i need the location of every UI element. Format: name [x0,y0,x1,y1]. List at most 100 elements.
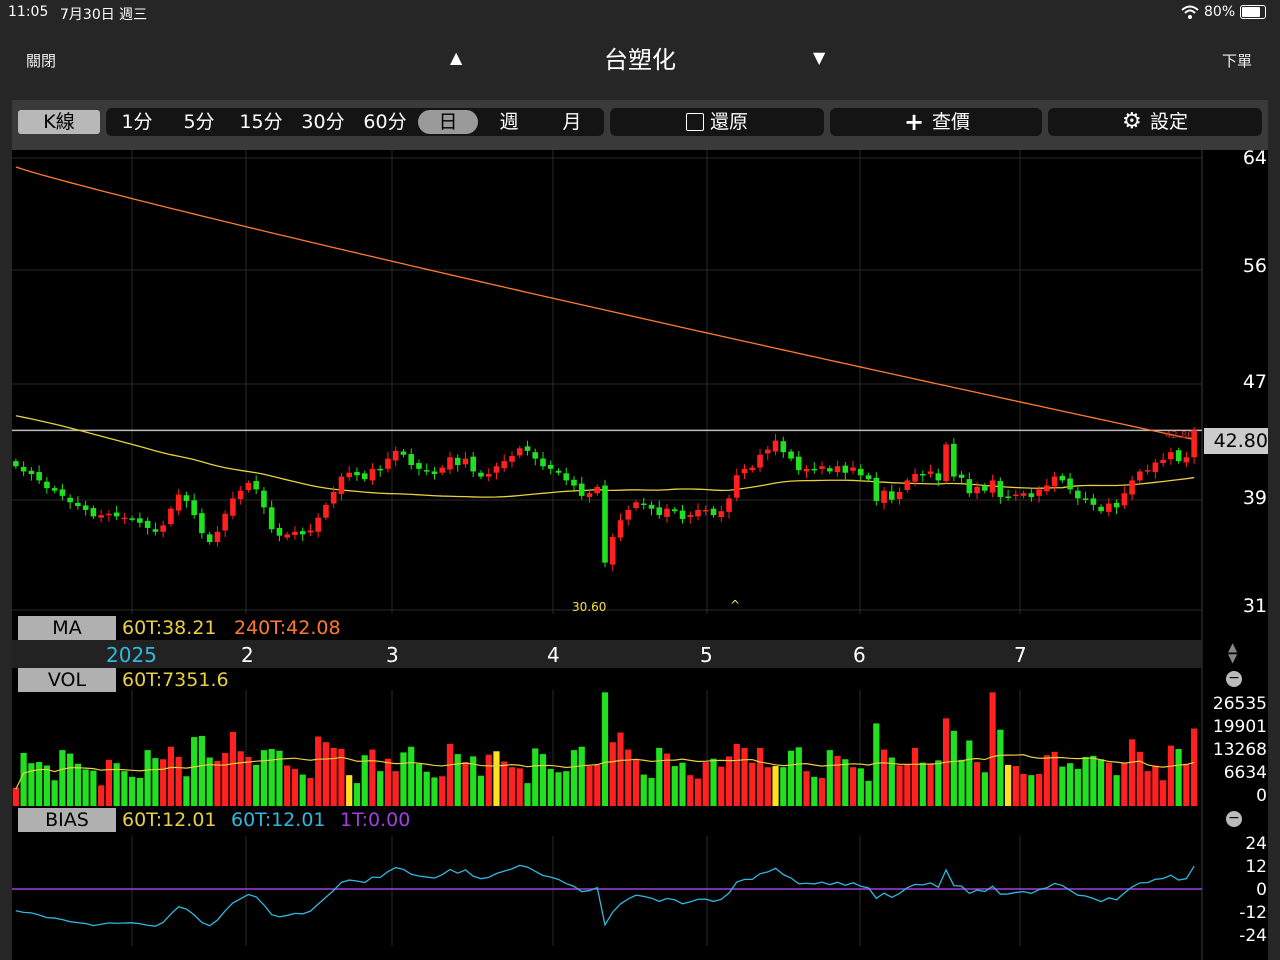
collapse-vol-icon[interactable]: − [1226,671,1242,687]
period-5min[interactable]: 5分 [174,108,224,136]
candle-body [361,473,368,480]
stock-chart[interactable] [12,150,1268,960]
ma60-value: 60T:38.21 [122,617,217,639]
period-month[interactable]: 月 [547,108,597,136]
close-button[interactable]: 關閉 [26,50,56,71]
volume-bar [105,759,112,806]
vol-label[interactable]: VOL [18,668,116,692]
volume-bar [384,758,392,806]
volume-bar [966,740,973,806]
volume-bar [121,771,128,806]
volume-bar [1121,762,1128,806]
volume-bar [377,771,384,806]
candle-body [1106,503,1112,512]
ma-label[interactable]: MA [18,616,116,640]
collapse-bias-icon[interactable]: − [1226,811,1242,827]
candle-body [1028,493,1035,498]
volume-bar [749,762,756,806]
candle-body [858,468,864,476]
candle-body [330,491,337,504]
volume-bar [245,756,252,806]
volume-bar [935,760,942,806]
candle-body [757,454,763,468]
candle-body [710,508,717,516]
volume-bar [896,765,903,806]
candle-body [966,479,973,494]
volume-bar [648,777,655,806]
volume-bar [764,767,771,806]
candle-body [493,466,500,473]
candle-body [338,476,345,494]
candle-body [1044,485,1050,492]
chart-area[interactable]: 64 56 47 39 31 42.80 42.80 30.60 ^ MA 60… [12,147,1268,960]
order-button[interactable]: 下單 [1222,50,1252,71]
resize-handle-icon[interactable]: ▲ ▼ [1228,641,1237,664]
volume-bar [702,762,709,806]
settings-button[interactable]: ⚙ 設定 [1048,108,1262,136]
candle-body [400,451,407,455]
period-15min[interactable]: 15分 [235,108,287,136]
price-tick-47: 47 [1242,371,1267,393]
candle-body [796,456,802,471]
kline-button[interactable]: K線 [18,110,100,134]
candle-body [299,531,306,535]
bias-lines [12,864,1202,927]
volume-bar [253,764,260,806]
candle-body [307,530,314,533]
settings-label: 設定 [1150,111,1189,133]
next-stock-arrow-icon[interactable]: ▼ [813,48,825,67]
candle-body [1129,480,1135,495]
volume-bar [152,758,159,806]
bias-label[interactable]: BIAS [18,808,116,832]
volume-bar [307,777,314,806]
previous-stock-arrow-icon[interactable]: ▲ [450,48,462,67]
volume-bar [733,743,740,806]
candle-body [121,517,128,520]
x-tick-2025: 2025 [106,643,157,667]
candle-body [454,457,461,465]
volume-bar [625,749,632,806]
volume-bar [1152,765,1159,806]
volume-bar [167,746,175,806]
candle-body [540,458,546,467]
bias-tick-12: 12 [1245,857,1267,877]
volume-bar [1074,768,1081,806]
volume-bar [369,749,376,806]
candle-body [881,490,887,503]
period-1min[interactable]: 1分 [112,108,162,136]
candle-body [392,450,399,461]
candle-body [594,486,601,494]
vol-ma60-value: 60T:7351.6 [122,669,229,691]
candle-body [423,470,430,472]
candle-body [439,467,446,473]
x-tick-jul: 7 [1014,643,1027,667]
candle-body [284,534,290,538]
candle-body [276,527,283,536]
candle-body [803,468,810,472]
checkbox-icon[interactable] [686,113,704,131]
ma240-value: 240T:42.08 [234,617,341,639]
candle-body [602,485,608,563]
period-day[interactable]: 日 [418,110,478,134]
x-tick-mar: 3 [386,643,399,667]
period-30min[interactable]: 30分 [297,108,349,136]
volume-bar [260,750,268,806]
volume-bar [136,777,144,806]
volume-bar [415,763,423,806]
bias-value-2: 60T:12.01 [231,809,326,831]
price-lookup-button[interactable]: + 查價 [830,108,1042,136]
volume-bar [214,760,221,806]
volume-bar [756,747,764,806]
period-60min[interactable]: 60分 [359,108,411,136]
bias-value-3: 1T:0.00 [340,809,411,831]
vol-tick-2: 13268 [1212,740,1267,760]
period-week[interactable]: 週 [484,108,534,136]
bias-tick-0: 0 [1256,880,1267,900]
candle-body [912,473,918,482]
restore-button[interactable]: 還原 [610,108,824,136]
candle-body [563,473,570,481]
volume-bar [160,759,167,806]
candle-body [827,468,833,472]
bias-line [15,864,1195,927]
candle-body [237,490,244,500]
